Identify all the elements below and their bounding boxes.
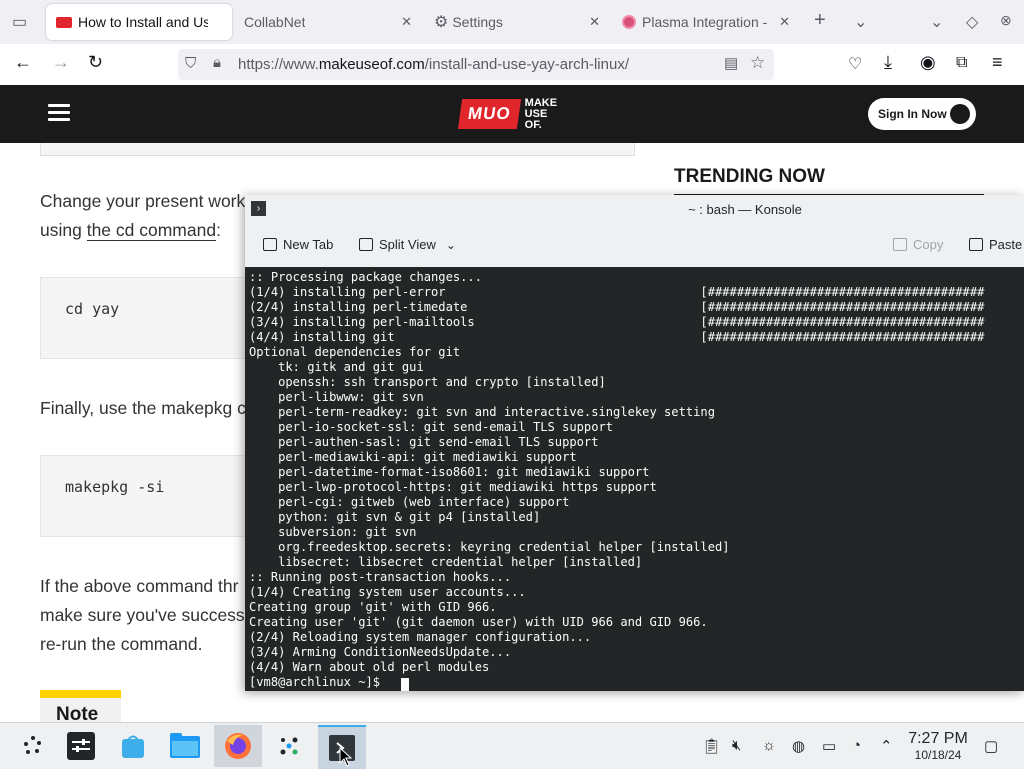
paste-button[interactable]: Paste: [969, 237, 1022, 252]
logo-wordmark: MAKE USE OF.: [524, 97, 557, 131]
url-text[interactable]: https://www.makeuseof.com/install-and-us…: [238, 56, 629, 73]
trending-heading: TRENDING NOW: [674, 166, 825, 187]
url-domain: makeuseof.com: [318, 56, 425, 73]
paragraph-line: :: [216, 220, 221, 240]
account-icon[interactable]: ◉: [920, 52, 936, 73]
pocket-icon[interactable]: ♡: [848, 54, 862, 74]
new-tab-icon: [263, 238, 277, 251]
article-paragraph: Finally, use the makepkg c: [40, 394, 246, 423]
clipboard-icon[interactable]: 📋︎: [702, 737, 721, 755]
article-paragraph: Change your present work using the cd co…: [40, 187, 245, 245]
volume-muted-icon[interactable]: 🔇︎: [732, 737, 741, 754]
split-view-label: Split View: [379, 237, 436, 252]
copy-label: Copy: [913, 237, 944, 252]
note-callout-label: Note: [40, 690, 121, 725]
tab-overview-icon[interactable]: ▭: [12, 12, 27, 32]
url-prefix: https://www.: [238, 56, 319, 73]
site-logo[interactable]: MUO MAKE USE OF.: [457, 97, 557, 131]
new-tab-button[interactable]: New Tab: [263, 237, 333, 252]
paragraph-line: Change your present work: [40, 191, 246, 211]
user-avatar-icon: [950, 104, 970, 124]
new-tab-label: New Tab: [283, 237, 334, 252]
updates-icon[interactable]: ◔: [852, 737, 861, 754]
paste-label: Paste: [989, 237, 1023, 252]
shield-icon[interactable]: ⛉: [185, 55, 196, 72]
tab-makeuseof[interactable]: How to Install and Us: [46, 4, 232, 40]
extensions-puzzle-icon[interactable]: ⧉: [956, 54, 967, 72]
copy-button[interactable]: Copy: [893, 237, 943, 252]
konsole-title: ~ : bash — Konsole: [688, 202, 802, 217]
tab-collabnet[interactable]: CollabNet ✕: [236, 4, 422, 40]
kdevelop-dots-icon[interactable]: [272, 729, 306, 763]
system-settings-icon[interactable]: [64, 729, 98, 763]
reader-view-icon[interactable]: ▤: [724, 54, 738, 72]
download-icon[interactable]: ⤓: [884, 52, 892, 73]
list-tabs-chevron-icon[interactable]: ⌄: [854, 12, 867, 32]
firefox-icon[interactable]: [214, 725, 262, 767]
sign-in-label: Sign In Now: [878, 107, 947, 121]
close-icon[interactable]: ✕: [779, 14, 790, 30]
terminal-output[interactable]: :: Processing package changes... (1/4) i…: [245, 267, 1024, 691]
tab-label: CollabNet: [244, 14, 306, 30]
cd-command-link[interactable]: the cd command: [86, 220, 217, 241]
tab-label: How to Install and Us: [78, 14, 208, 30]
site-menu-icon[interactable]: [48, 104, 70, 122]
bookmark-star-icon[interactable]: ☆: [750, 53, 765, 73]
tab-settings[interactable]: ⚙ Settings ✕: [428, 4, 608, 40]
paste-icon: [969, 238, 983, 251]
article-paragraph: If the above command thr make sure you'v…: [40, 572, 245, 659]
chevron-down-icon: ⌄: [445, 237, 456, 252]
brightness-icon[interactable]: ☼: [762, 737, 776, 754]
sign-in-button[interactable]: Sign In Now: [868, 98, 976, 130]
split-view-icon: [359, 238, 373, 251]
browser-tab-strip: ▭ How to Install and Us CollabNet ✕ ⚙ Se…: [0, 0, 1024, 44]
konsole-toolbar: New Tab Split View ⌄ Copy Paste: [245, 223, 1024, 267]
taskbar: 📋︎ 🔇︎ ☼ ◍ ▭ ◔ ⌃ ▢: [0, 722, 1024, 769]
back-arrow-icon[interactable]: ←: [14, 52, 32, 73]
konsole-titlebar[interactable]: › ~ : bash — Konsole: [245, 195, 1024, 223]
mouse-pointer-icon: [339, 747, 353, 767]
logo-mark: MUO: [457, 99, 521, 129]
chevron-down-icon[interactable]: ⌄: [930, 12, 943, 32]
file-manager-icon[interactable]: [168, 729, 202, 763]
new-tab-plus-icon[interactable]: +: [814, 9, 826, 32]
code-block-bottom-edge: [40, 143, 635, 156]
diamond-icon[interactable]: ◇: [966, 12, 978, 32]
tab-label: Plasma Integration -: [642, 14, 768, 30]
gear-icon: ⚙: [434, 14, 449, 31]
clock-time[interactable]: 7:27 PM: [903, 730, 973, 748]
copy-icon: [893, 238, 907, 251]
plasma-favicon-icon: [622, 15, 636, 29]
discover-store-icon[interactable]: [116, 729, 150, 763]
paragraph-line: make sure you've success: [40, 605, 245, 625]
clock-date[interactable]: 10/18/24: [903, 748, 973, 762]
tab-label: Settings: [452, 14, 503, 30]
terminal-text: :: Processing package changes... (1/4) i…: [249, 270, 985, 689]
code-text: cd yay: [65, 300, 120, 318]
logo-word: OF.: [524, 118, 542, 131]
konsole-window[interactable]: › ~ : bash — Konsole New Tab Split View …: [245, 195, 1024, 691]
app-launcher-icon[interactable]: [16, 729, 50, 763]
display-icon[interactable]: ▭: [822, 737, 836, 755]
forward-arrow-icon[interactable]: →: [52, 52, 70, 73]
network-globe-icon[interactable]: ◍: [792, 737, 805, 755]
terminal-cursor: [401, 678, 409, 691]
tab-plasma-integration[interactable]: Plasma Integration - ✕: [614, 4, 796, 40]
show-desktop-icon[interactable]: ▢: [984, 737, 998, 755]
reload-icon[interactable]: ↻: [88, 52, 103, 73]
paragraph-line: re-run the command.: [40, 634, 203, 654]
split-view-button[interactable]: Split View ⌄: [359, 237, 456, 252]
show-hidden-chevron-up-icon[interactable]: ⌃: [880, 737, 893, 755]
lock-icon[interactable]: 🔒︎: [213, 54, 221, 71]
url-path: /install-and-use-yay-arch-linux/: [424, 56, 629, 73]
close-icon[interactable]: ✕: [401, 14, 412, 30]
window-close-icon[interactable]: ⊗: [1000, 12, 1012, 29]
paragraph-line: using: [40, 220, 87, 240]
paragraph-line: Finally, use the makepkg c: [40, 398, 246, 418]
paragraph-line: If the above command thr: [40, 576, 239, 596]
menu-hamburger-icon[interactable]: ≡: [992, 52, 1003, 73]
muo-favicon-icon: [56, 16, 72, 28]
close-icon[interactable]: ✕: [589, 14, 600, 30]
code-text: makepkg -si: [65, 478, 165, 496]
